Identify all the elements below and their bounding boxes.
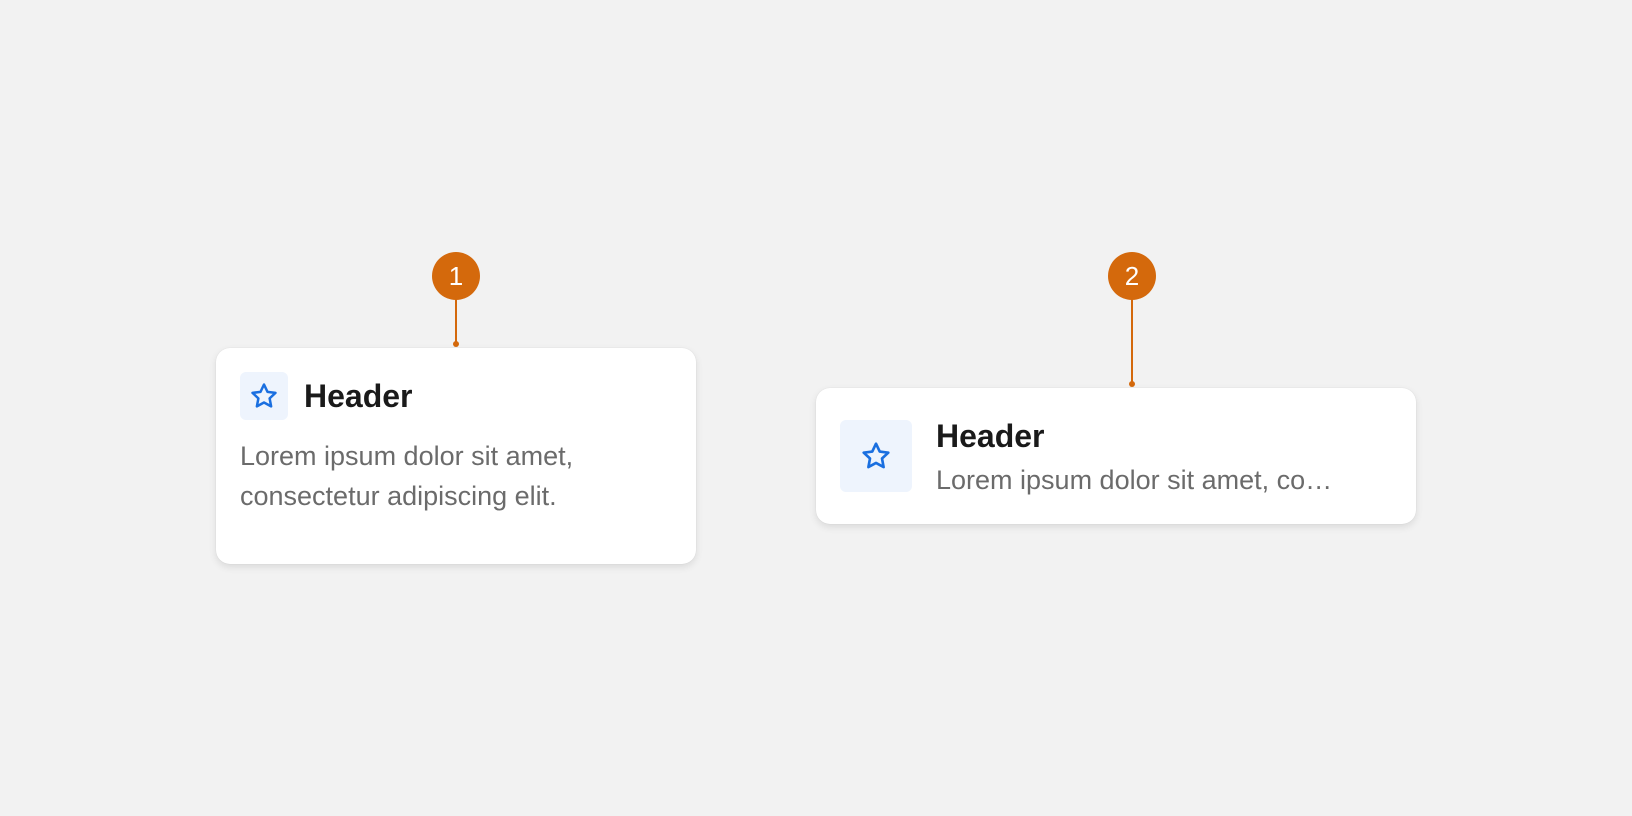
canvas: 1 2 Header Lorem ipsum dolor sit amet, c… bbox=[0, 0, 1632, 816]
card-icon-tile bbox=[840, 420, 912, 492]
annotation-connector-1 bbox=[453, 298, 459, 347]
card-horizontal[interactable]: Header Lorem ipsum dolor sit amet, conse… bbox=[816, 388, 1416, 524]
card-description-truncated: Lorem ipsum dolor sit amet, consectetur … bbox=[936, 465, 1336, 495]
star-icon bbox=[251, 383, 277, 408]
card-icon-tile bbox=[240, 372, 288, 420]
annotation-marker-1: 1 bbox=[432, 252, 480, 300]
card-header: Header bbox=[304, 378, 413, 414]
card-vertical[interactable]: Header Lorem ipsum dolor sit amet, conse… bbox=[216, 348, 696, 564]
annotation-connector-2 bbox=[1129, 298, 1135, 387]
card-header: Header bbox=[936, 418, 1045, 454]
star-icon bbox=[862, 442, 890, 469]
card-description: Lorem ipsum dolor sit amet, consectetur … bbox=[240, 441, 574, 511]
annotation-marker-2: 2 bbox=[1108, 252, 1156, 300]
